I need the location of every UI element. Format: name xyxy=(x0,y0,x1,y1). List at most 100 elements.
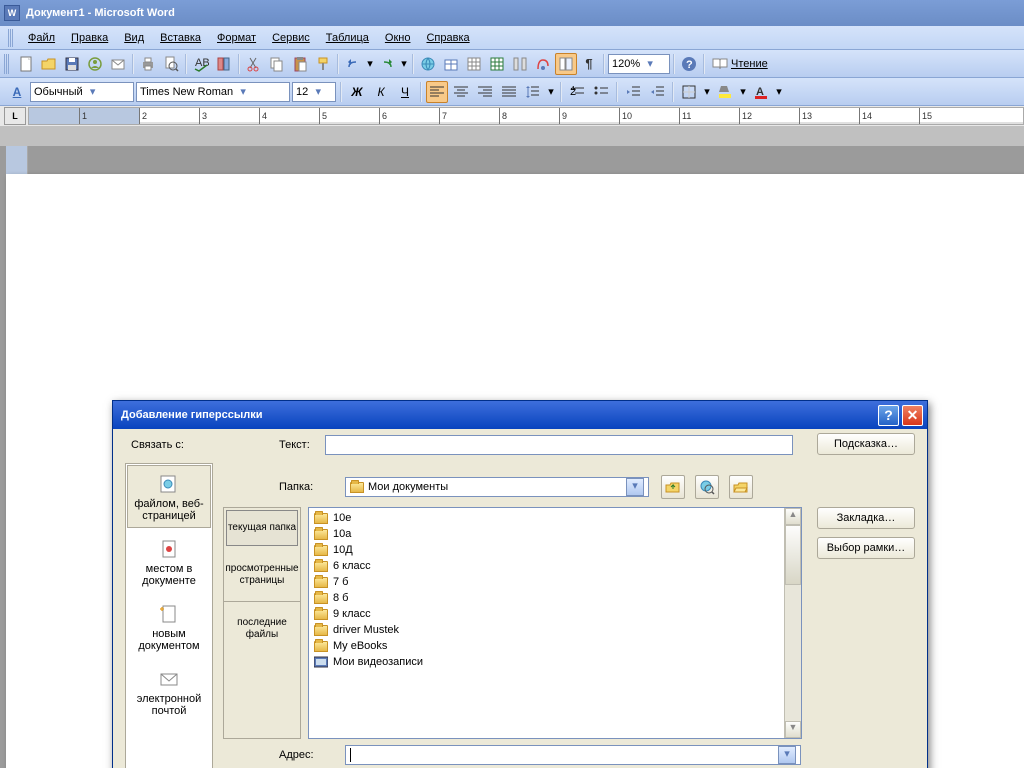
browse-web-icon[interactable] xyxy=(695,475,719,499)
bullet-list-icon[interactable] xyxy=(590,81,612,103)
linkto-globe[interactable]: файлом, веб-страницей xyxy=(127,465,211,528)
file-item[interactable]: 8 б xyxy=(311,590,799,606)
highlight-dd-icon[interactable]: ▾ xyxy=(738,81,748,103)
menu-file[interactable]: Файл xyxy=(20,30,63,46)
research-icon[interactable] xyxy=(213,53,235,75)
reading-icon[interactable]: Чтение xyxy=(708,53,772,75)
menu-help[interactable]: Справка xyxy=(418,30,477,46)
docmap-icon[interactable] xyxy=(555,53,577,75)
drawing-icon[interactable] xyxy=(532,53,554,75)
size-combo[interactable]: 12▾ xyxy=(292,82,336,102)
spell-icon[interactable]: ABC xyxy=(190,53,212,75)
paste-icon[interactable] xyxy=(289,53,311,75)
style-combo[interactable]: Обычный▾ xyxy=(30,82,134,102)
bold-icon[interactable]: Ж xyxy=(346,81,368,103)
browse-tab[interactable]: последние файлы xyxy=(224,602,300,656)
preview-icon[interactable] xyxy=(160,53,182,75)
menu-service[interactable]: Сервис xyxy=(264,30,318,46)
linkto-doc[interactable]: местом в документе xyxy=(126,529,212,594)
underline-icon[interactable]: Ч xyxy=(394,81,416,103)
show-all-icon[interactable]: ¶ xyxy=(578,53,600,75)
file-item[interactable]: 6 класс xyxy=(311,558,799,574)
align-right-icon[interactable] xyxy=(474,81,496,103)
grip[interactable] xyxy=(4,54,10,74)
up-folder-icon[interactable] xyxy=(661,475,685,499)
save-icon[interactable] xyxy=(61,53,83,75)
copy-icon[interactable] xyxy=(266,53,288,75)
dialog-titlebar[interactable]: Добавление гиперссылки ? ✕ xyxy=(113,401,927,429)
highlight-icon[interactable] xyxy=(714,81,736,103)
menu-view[interactable]: Вид xyxy=(116,30,152,46)
frame-button[interactable]: Выбор рамки… xyxy=(817,537,915,559)
file-item[interactable]: 7 б xyxy=(311,574,799,590)
align-left-icon[interactable] xyxy=(426,81,448,103)
borders-dd-icon[interactable]: ▾ xyxy=(702,81,712,103)
cut-icon[interactable] xyxy=(243,53,265,75)
file-list[interactable]: 10е10а10Д6 класс7 б8 б9 классdriver Must… xyxy=(308,507,802,739)
fontcolor-dd-icon[interactable]: ▾ xyxy=(774,81,784,103)
menu-window[interactable]: Окно xyxy=(377,30,419,46)
file-item[interactable]: 10е xyxy=(311,510,799,526)
columns-icon[interactable] xyxy=(509,53,531,75)
scroll-thumb[interactable] xyxy=(785,525,801,585)
file-item[interactable]: 10Д xyxy=(311,542,799,558)
font-combo[interactable]: Times New Roman▾ xyxy=(136,82,290,102)
align-justify-icon[interactable] xyxy=(498,81,520,103)
font-color-icon[interactable]: А xyxy=(750,81,772,103)
align-center-icon[interactable] xyxy=(450,81,472,103)
spacing-dd-icon[interactable]: ▾ xyxy=(546,81,556,103)
outdent-icon[interactable] xyxy=(622,81,644,103)
menu-edit[interactable]: Правка xyxy=(63,30,116,46)
borders-icon[interactable] xyxy=(678,81,700,103)
horizontal-ruler[interactable]: 123456789101112131415 xyxy=(28,107,1024,125)
hyperlink-icon[interactable] xyxy=(417,53,439,75)
styles-icon[interactable]: А xyxy=(6,81,28,103)
file-item[interactable]: 10а xyxy=(311,526,799,542)
redo-icon[interactable] xyxy=(376,53,398,75)
scroll-down-icon[interactable]: ▼ xyxy=(785,721,801,738)
print-icon[interactable] xyxy=(137,53,159,75)
undo-dd-icon[interactable]: ▾ xyxy=(365,53,375,75)
open-icon[interactable] xyxy=(38,53,60,75)
scroll-up-icon[interactable]: ▲ xyxy=(785,508,801,525)
italic-icon[interactable]: К xyxy=(370,81,392,103)
redo-dd-icon[interactable]: ▾ xyxy=(399,53,409,75)
chevron-down-icon[interactable]: ▾ xyxy=(778,746,796,764)
indent-icon[interactable] xyxy=(646,81,668,103)
new-doc-icon[interactable] xyxy=(15,53,37,75)
format-painter-icon[interactable] xyxy=(312,53,334,75)
tables-icon[interactable] xyxy=(440,53,462,75)
menu-insert[interactable]: Вставка xyxy=(152,30,209,46)
line-spacing-icon[interactable] xyxy=(522,81,544,103)
mail-icon[interactable] xyxy=(107,53,129,75)
excel-icon[interactable] xyxy=(486,53,508,75)
permission-icon[interactable] xyxy=(84,53,106,75)
address-input[interactable]: ▾ xyxy=(345,745,801,765)
text-input[interactable] xyxy=(325,435,793,455)
numbered-list-icon[interactable]: 12 xyxy=(566,81,588,103)
file-item[interactable]: driver Mustek xyxy=(311,622,799,638)
linkto-mail[interactable]: электронной почтой xyxy=(126,659,212,724)
folder-combo[interactable]: Мои документы ▾ xyxy=(345,477,649,497)
bookmark-button[interactable]: Закладка… xyxy=(817,507,915,529)
browse-tab[interactable]: текущая папка xyxy=(226,510,298,546)
menu-table[interactable]: Таблица xyxy=(318,30,377,46)
file-item[interactable]: 9 класс xyxy=(311,606,799,622)
chevron-down-icon[interactable]: ▾ xyxy=(626,478,644,496)
help-icon[interactable]: ? xyxy=(678,53,700,75)
zoom-combo[interactable]: 120%▾ xyxy=(608,54,670,74)
insert-table-icon[interactable] xyxy=(463,53,485,75)
browse-file-icon[interactable] xyxy=(729,475,753,499)
dialog-close-icon[interactable]: ✕ xyxy=(902,405,923,426)
browse-tab[interactable]: просмотренные страницы xyxy=(224,548,300,602)
menu-format[interactable]: Формат xyxy=(209,30,264,46)
linkto-newdoc[interactable]: новым документом xyxy=(126,594,212,659)
grip[interactable] xyxy=(8,29,14,47)
scrollbar[interactable]: ▲ ▼ xyxy=(784,508,801,738)
undo-icon[interactable] xyxy=(342,53,364,75)
hint-button[interactable]: Подсказка… xyxy=(817,433,915,455)
file-item[interactable]: Мои видеозаписи xyxy=(311,654,799,670)
tab-selector[interactable]: L xyxy=(4,107,26,125)
file-item[interactable]: My eBooks xyxy=(311,638,799,654)
dialog-help-icon[interactable]: ? xyxy=(878,405,899,426)
